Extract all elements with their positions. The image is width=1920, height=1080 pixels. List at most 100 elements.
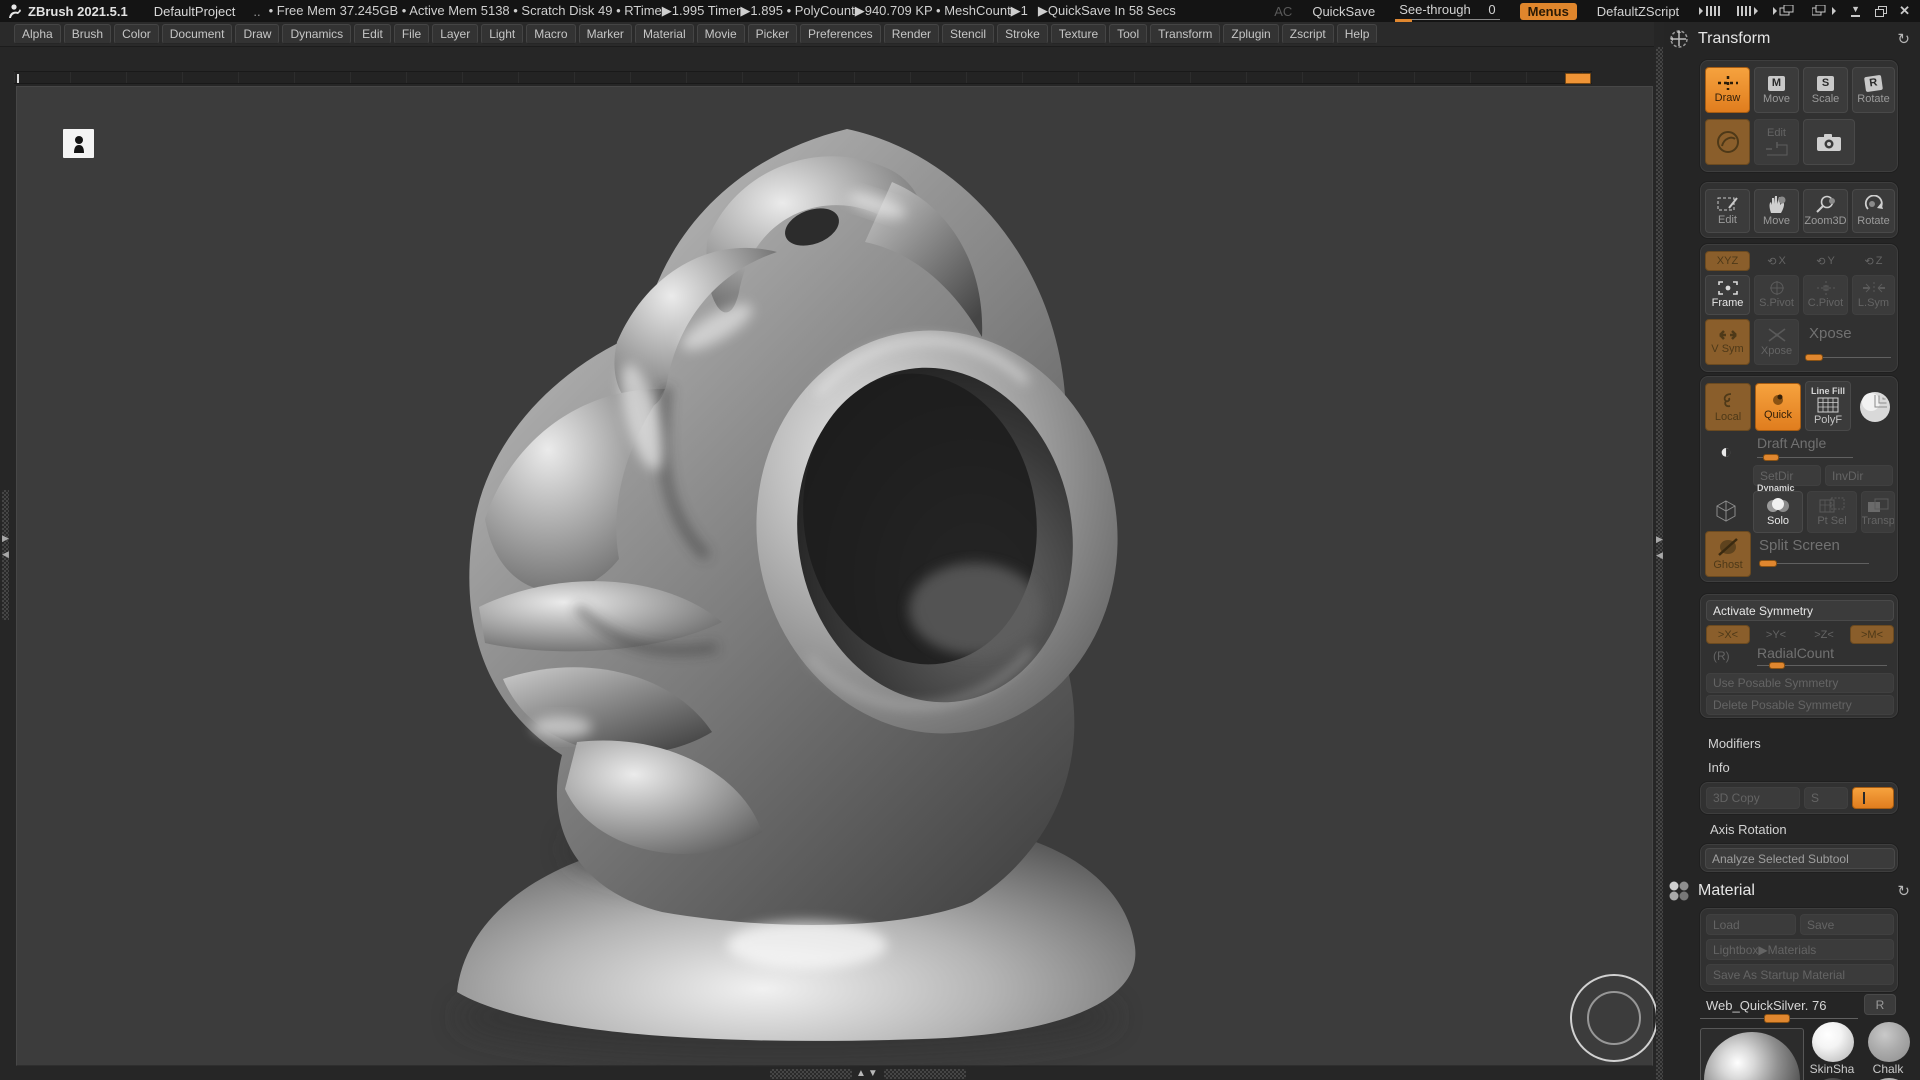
menu-dynamics[interactable]: Dynamics	[282, 24, 352, 44]
panel-divider-splitter[interactable]: ▶ ◀	[1656, 47, 1663, 1080]
transform-reset-icon[interactable]: ↻	[1897, 30, 1910, 48]
menu-color[interactable]: Color	[114, 24, 159, 44]
canvas-horizontal-scrollbar[interactable]: ▲▼	[770, 1068, 970, 1079]
v-sym-button[interactable]: V Sym	[1705, 319, 1750, 365]
axis-rotation-section-label[interactable]: Axis Rotation	[1710, 822, 1787, 837]
navigation-gyro-ring[interactable]	[1570, 974, 1658, 1062]
menu-help[interactable]: Help	[1336, 24, 1378, 44]
see-through-slider[interactable]: See-through 0	[1395, 2, 1500, 24]
split-screen-handle[interactable]	[1759, 560, 1777, 567]
material-thumb-skinshade[interactable]	[1812, 1022, 1854, 1062]
menu-file[interactable]: File	[393, 24, 430, 44]
l-sym-button[interactable]: L.Sym	[1852, 275, 1895, 315]
default-zscript-button[interactable]: DefaultZScript	[1597, 4, 1679, 19]
nav-rotate-button[interactable]: Rotate	[1852, 189, 1895, 233]
nav-move-button[interactable]: Move	[1754, 189, 1799, 233]
material-thumb-chalk[interactable]	[1868, 1022, 1910, 1062]
edit-canvas-button[interactable]: Edit	[1754, 119, 1799, 165]
frame-button[interactable]: Frame	[1705, 275, 1750, 315]
sculpting-viewport[interactable]	[16, 86, 1658, 1066]
lightbox-materials-button[interactable]: Lightbox▶Materials	[1706, 939, 1894, 960]
scroll-up-arrow-icon[interactable]: ▲	[856, 1068, 868, 1079]
dynamic-cube-button[interactable]	[1705, 493, 1747, 529]
draft-angle-handle[interactable]	[1763, 454, 1779, 461]
menu-alpha[interactable]: Alpha	[14, 24, 61, 44]
menu-tool[interactable]: Tool	[1109, 24, 1148, 44]
symmetry-y-button[interactable]: >Y<	[1754, 625, 1798, 644]
cascade-left-icon[interactable]	[1773, 5, 1797, 17]
info-section-label[interactable]: Info	[1708, 760, 1730, 775]
active-value-input[interactable]	[1852, 787, 1894, 809]
rotate-x-button[interactable]: ⟲ X	[1754, 251, 1799, 271]
gyro-button[interactable]	[1705, 119, 1750, 165]
menu-texture[interactable]: Texture	[1050, 24, 1107, 44]
divider-bars-left-icon[interactable]	[1699, 6, 1721, 16]
menus-toggle-button[interactable]: Menus	[1519, 2, 1577, 20]
splitter-left-arrow-icon[interactable]: ◀	[2, 550, 9, 559]
flat-shade-sphere-button[interactable]	[1855, 383, 1895, 431]
delete-posable-symmetry-button[interactable]: Delete Posable Symmetry	[1706, 695, 1894, 715]
scale-mode-button[interactable]: S Scale	[1803, 67, 1848, 113]
material-r-button[interactable]: R	[1864, 994, 1896, 1015]
material-reset-icon[interactable]: ↻	[1897, 882, 1910, 900]
ghost-button[interactable]: Ghost	[1705, 531, 1751, 577]
polyframe-button[interactable]: Line Fill PolyF	[1805, 381, 1851, 431]
save-as-startup-material-button[interactable]: Save As Startup Material	[1706, 964, 1894, 985]
draw-mode-button[interactable]: Draw	[1705, 67, 1750, 113]
material-load-button[interactable]: Load	[1706, 914, 1796, 935]
symmetry-x-button[interactable]: >X<	[1706, 625, 1750, 644]
menu-picker[interactable]: Picker	[747, 24, 797, 44]
pt-sel-button[interactable]: Pt Sel	[1807, 491, 1857, 533]
symmetry-m-button[interactable]: >M<	[1850, 625, 1894, 644]
restore-button[interactable]	[1875, 8, 1885, 17]
invdir-button[interactable]: InvDir	[1825, 465, 1893, 486]
menu-marker[interactable]: Marker	[578, 24, 632, 44]
rotate-y-button[interactable]: ⟲ Y	[1803, 251, 1848, 271]
nav-zoom3d-button[interactable]: Zoom3D	[1803, 189, 1848, 233]
scrollbar-right-track[interactable]	[883, 1068, 966, 1079]
c-pivot-button[interactable]: C.Pivot	[1803, 275, 1848, 315]
menu-zscript[interactable]: Zscript	[1281, 24, 1334, 44]
left-edge-splitter[interactable]: ▶ ◀	[2, 490, 9, 620]
nav-edit-button[interactable]: Edit	[1705, 189, 1750, 233]
snapshot-camera-button[interactable]	[1803, 119, 1855, 165]
radial-symmetry-button[interactable]: (R)	[1706, 647, 1746, 665]
3d-copy-button[interactable]: 3D Copy	[1706, 787, 1800, 809]
scroll-down-arrow-icon[interactable]: ▼	[868, 1068, 880, 1079]
s-pivot-button[interactable]: S.Pivot	[1754, 275, 1799, 315]
menu-macro[interactable]: Macro	[526, 24, 576, 44]
menu-document[interactable]: Document	[161, 24, 233, 44]
menu-zplugin[interactable]: Zplugin	[1223, 24, 1279, 44]
ruler-position-marker[interactable]	[1565, 73, 1591, 84]
current-material-preview[interactable]	[1700, 1028, 1804, 1080]
analyze-selected-subtool-button[interactable]: Analyze Selected Subtool	[1705, 848, 1895, 869]
local-button[interactable]: Local	[1705, 383, 1751, 431]
menu-movie[interactable]: Movie	[696, 24, 745, 44]
divider-left-arrow-icon[interactable]: ◀	[1656, 551, 1663, 560]
menu-light[interactable]: Light	[481, 24, 524, 44]
rotate-z-button[interactable]: ⟲ Z	[1852, 251, 1895, 271]
divider-bars-right-icon[interactable]	[1736, 6, 1759, 16]
transp-button[interactable]: Transp	[1861, 491, 1895, 533]
menu-transform[interactable]: Transform	[1150, 24, 1221, 44]
move-mode-button[interactable]: M Move	[1754, 67, 1799, 113]
scrollbar-left-track[interactable]	[770, 1068, 852, 1079]
menu-draw[interactable]: Draw	[235, 24, 280, 44]
menu-brush[interactable]: Brush	[63, 24, 112, 44]
activate-symmetry-button[interactable]: Activate Symmetry	[1706, 600, 1894, 621]
divider-right-arrow-icon[interactable]: ▶	[1656, 535, 1663, 544]
material-slider-handle[interactable]	[1764, 1014, 1790, 1023]
current-tool-thumbnail[interactable]	[63, 129, 94, 158]
menu-stroke[interactable]: Stroke	[997, 24, 1048, 44]
solo-button[interactable]: Solo	[1753, 491, 1803, 533]
splitter-right-arrow-icon[interactable]: ▶	[2, 534, 9, 543]
xpose-button[interactable]: Xpose	[1754, 319, 1799, 365]
symmetry-z-button[interactable]: >Z<	[1802, 625, 1846, 644]
close-button[interactable]: ✕	[1899, 3, 1910, 19]
material-save-button[interactable]: Save	[1800, 914, 1894, 935]
menu-render[interactable]: Render	[883, 24, 940, 44]
s-button[interactable]: S	[1804, 787, 1848, 809]
backface-contrast-button[interactable]: ◐	[1705, 435, 1747, 469]
menu-layer[interactable]: Layer	[432, 24, 479, 44]
rotate-mode-button[interactable]: R Rotate	[1852, 67, 1895, 113]
